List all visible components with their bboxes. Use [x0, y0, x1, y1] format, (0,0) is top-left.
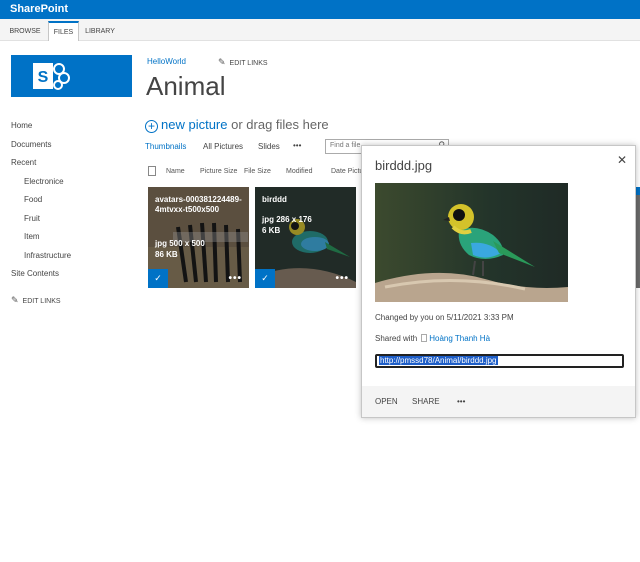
- tab-library[interactable]: LIBRARY: [82, 22, 118, 41]
- nav-site-contents[interactable]: Site Contents: [11, 269, 59, 278]
- bird-preview-image: [375, 183, 568, 302]
- view-all-pictures[interactable]: All Pictures: [203, 142, 243, 151]
- ellipsis-icon[interactable]: •••: [228, 273, 242, 284]
- shared-with-label: Shared with: [375, 334, 418, 343]
- breadcrumb-site-link[interactable]: HelloWorld: [147, 57, 186, 66]
- edit-links-top-label: EDIT LINKS: [229, 60, 268, 67]
- suite-bar: SharePoint: [0, 0, 640, 19]
- shared-person-link[interactable]: Hoàng Thanh Hà: [429, 334, 490, 343]
- column-modified[interactable]: Modified: [286, 168, 312, 175]
- search-placeholder: Find a file: [330, 142, 361, 149]
- nav-recent-infrastructure[interactable]: Infrastructure: [24, 251, 71, 260]
- open-button[interactable]: OPEN: [375, 397, 398, 406]
- column-file-size[interactable]: File Size: [244, 168, 271, 175]
- tile-file-size: 86 KB: [155, 250, 178, 259]
- pencil-icon: ✎: [218, 57, 226, 67]
- nav-recent-food[interactable]: Food: [24, 195, 42, 204]
- person-icon: [421, 334, 428, 342]
- page-title: Animal: [146, 71, 226, 101]
- drag-files-text: or drag files here: [231, 117, 329, 132]
- share-button[interactable]: SHARE: [412, 397, 440, 406]
- tile-title: birddd: [262, 195, 287, 204]
- callout-title: birddd.jpg: [375, 158, 433, 173]
- edit-links-top[interactable]: ✎ EDIT LINKS: [218, 57, 268, 68]
- checkmark-icon[interactable]: ✓: [255, 269, 275, 288]
- document-type-icon: [148, 166, 156, 176]
- nav-recent-electronice[interactable]: Electronice: [24, 177, 64, 186]
- nav-documents[interactable]: Documents: [11, 140, 51, 149]
- column-picture-size[interactable]: Picture Size: [200, 168, 237, 175]
- tile-zebra[interactable]: avatars-000381224489-4mtvxx-t500x500 jpg…: [148, 187, 249, 288]
- column-name[interactable]: Name: [166, 168, 185, 175]
- new-picture-link[interactable]: new picture: [161, 117, 227, 132]
- nav-home[interactable]: Home: [11, 121, 32, 130]
- ellipsis-icon[interactable]: •••: [335, 273, 349, 284]
- tab-files[interactable]: FILES: [48, 21, 79, 41]
- sharepoint-logo-icon: S: [33, 63, 70, 90]
- tile-type-size: jpg 500 x 500: [155, 239, 205, 248]
- close-icon[interactable]: ✕: [617, 153, 627, 167]
- sharepoint-logo[interactable]: S: [11, 55, 132, 97]
- view-thumbnails[interactable]: Thumbnails: [145, 142, 186, 151]
- svg-text:S: S: [38, 69, 49, 86]
- edit-links-nav-label: EDIT LINKS: [22, 298, 61, 305]
- file-url-text: http://pmssd78/Animal/birddd.jpg: [379, 356, 498, 365]
- more-actions-button[interactable]: •••: [457, 397, 465, 406]
- new-picture-row: + new picture or drag files here: [145, 117, 329, 133]
- callout-preview-image[interactable]: [375, 183, 568, 302]
- edit-links-nav[interactable]: ✎ EDIT LINKS: [11, 295, 61, 306]
- nav-recent[interactable]: Recent: [11, 158, 36, 167]
- tile-title: avatars-000381224489-4mtvxx-t500x500: [155, 195, 242, 214]
- ribbon: BROWSE FILES LIBRARY: [0, 19, 640, 41]
- nav-recent-fruit[interactable]: Fruit: [24, 214, 40, 223]
- file-callout: birddd.jpg ✕ Changed by you on 5/11/2021…: [361, 145, 636, 418]
- tab-browse[interactable]: BROWSE: [6, 22, 44, 41]
- views-more-button[interactable]: •••: [293, 141, 301, 150]
- callout-actions: OPEN SHARE •••: [362, 386, 635, 417]
- nav-recent-item[interactable]: Item: [24, 232, 40, 241]
- plus-circle-icon[interactable]: +: [145, 120, 158, 133]
- tile-type-size: jpg 286 x 176: [262, 215, 312, 224]
- file-url-field[interactable]: http://pmssd78/Animal/birddd.jpg: [375, 354, 624, 368]
- column-date-picture[interactable]: Date Pictu: [331, 168, 363, 175]
- tile-file-size: 6 KB: [262, 226, 281, 235]
- pencil-icon: ✎: [11, 295, 19, 305]
- shared-with-row: Shared with Hoàng Thanh Hà: [375, 334, 490, 343]
- view-slides[interactable]: Slides: [258, 142, 280, 151]
- suite-title[interactable]: SharePoint: [10, 3, 68, 15]
- tile-bird[interactable]: birddd jpg 286 x 176 6 KB ✓ •••: [255, 187, 356, 288]
- checkmark-icon[interactable]: ✓: [148, 269, 168, 288]
- changed-by-text: Changed by you on 5/11/2021 3:33 PM: [375, 313, 514, 322]
